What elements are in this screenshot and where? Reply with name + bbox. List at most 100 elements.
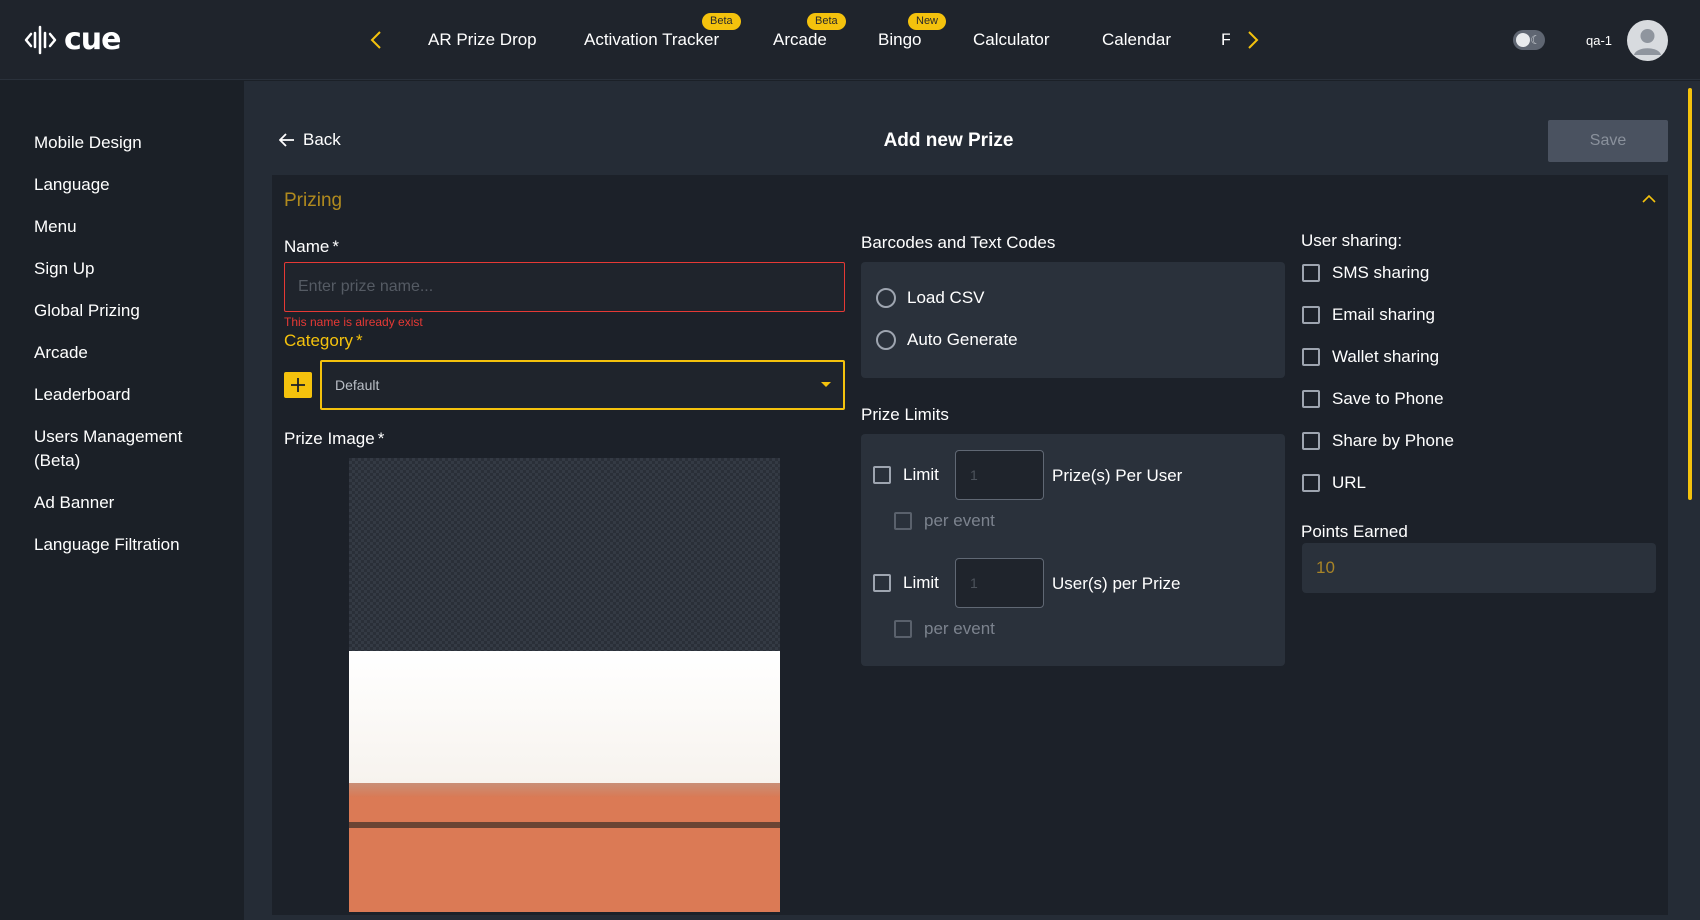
image-ground xyxy=(349,783,780,912)
radio-load-csv[interactable]: Load CSV xyxy=(876,288,985,308)
tab-label: AR Prize Drop xyxy=(428,30,537,49)
checkbox xyxy=(1302,390,1320,408)
sidebar-item-global-prizing[interactable]: Global Prizing xyxy=(34,299,234,323)
tab-calendar[interactable]: Calendar xyxy=(1102,30,1171,50)
tab-label: Calculator xyxy=(973,30,1050,49)
points-earned-label: Points Earned xyxy=(1301,522,1408,541)
theme-toggle[interactable]: ☾ xyxy=(1513,30,1545,50)
tab-label: Activation Tracker xyxy=(584,30,720,49)
users-per-prize-input[interactable] xyxy=(955,558,1044,608)
required-marker: * xyxy=(332,237,339,256)
email-sharing-checkbox[interactable]: Email sharing xyxy=(1302,305,1435,325)
category-select-value: Default xyxy=(335,377,380,393)
prizes-per-user-label: Prize(s) Per User xyxy=(1052,466,1183,485)
logo-text: cue xyxy=(64,22,121,57)
sidebar-item-mobile-design[interactable]: Mobile Design xyxy=(34,131,234,155)
sidebar-item-language-filtration[interactable]: Language Filtration xyxy=(34,533,234,557)
checkbox xyxy=(873,574,891,592)
per-event-label: per event xyxy=(924,619,995,638)
category-label: Category * xyxy=(284,331,363,351)
save-button[interactable]: Save xyxy=(1548,120,1668,162)
add-category-button[interactable] xyxy=(284,372,312,398)
checkbox xyxy=(1302,348,1320,366)
prize-name-input[interactable] xyxy=(284,262,845,312)
category-label-text: Category xyxy=(284,331,353,350)
radio-auto-generate[interactable]: Auto Generate xyxy=(876,330,1018,350)
back-button[interactable]: Back xyxy=(279,130,341,150)
radio-label: Load CSV xyxy=(907,288,985,307)
tab-label: Calendar xyxy=(1102,30,1171,49)
tab-bingo[interactable]: Bingo New xyxy=(878,13,947,50)
share-by-phone-checkbox[interactable]: Share by Phone xyxy=(1302,431,1454,451)
sidebar-item-leaderboard[interactable]: Leaderboard xyxy=(34,383,234,407)
page-scrollbar[interactable] xyxy=(1688,88,1692,500)
top-nav-bar: cue AR Prize Drop Activation Tracker Bet… xyxy=(0,0,1700,80)
checkbox xyxy=(894,620,912,638)
per-event-checkbox-prize[interactable]: per event xyxy=(894,619,995,639)
toggle-knob xyxy=(1516,33,1530,47)
per-event-label: per event xyxy=(924,511,995,530)
tab-ar-prize-drop[interactable]: AR Prize Drop xyxy=(428,30,537,50)
plus-icon xyxy=(291,378,305,392)
checkbox-label: Email sharing xyxy=(1332,305,1435,324)
checkbox-label: URL xyxy=(1332,473,1367,492)
prize-image-label-text: Prize Image xyxy=(284,429,375,448)
limit-per-user-checkbox[interactable]: Limit xyxy=(873,465,939,485)
tab-label: Bingo xyxy=(878,30,922,49)
checkbox-label: Wallet sharing xyxy=(1332,347,1440,366)
soundwave-logo-icon xyxy=(24,25,57,54)
tab-label: Arcade xyxy=(773,30,827,49)
arrow-left-icon xyxy=(279,133,294,147)
sidebar-item-users-management[interactable]: Users Management (Beta) xyxy=(34,425,204,473)
limit-label: Limit xyxy=(903,465,939,484)
chevron-up-icon[interactable] xyxy=(1641,193,1657,205)
radio-circle xyxy=(876,288,896,308)
user-avatar[interactable] xyxy=(1627,20,1668,61)
checkbox-label: Share by Phone xyxy=(1332,431,1454,450)
chevron-left-icon xyxy=(370,31,381,49)
users-per-prize-label: User(s) per Prize xyxy=(1052,574,1181,593)
url-sharing-checkbox[interactable]: URL xyxy=(1302,473,1366,493)
sidebar: Mobile Design Language Menu Sign Up Glob… xyxy=(0,81,243,920)
barcodes-box xyxy=(861,262,1285,378)
new-badge: New xyxy=(908,13,947,30)
beta-badge: Beta xyxy=(702,13,741,30)
wallet-sharing-checkbox[interactable]: Wallet sharing xyxy=(1302,347,1439,367)
tab-calculator[interactable]: Calculator xyxy=(973,30,1050,50)
tab-truncated[interactable]: F xyxy=(1221,30,1230,50)
barcodes-label: Barcodes and Text Codes xyxy=(861,233,1056,252)
nav-tabs: AR Prize Drop Activation Tracker Beta Ar… xyxy=(410,0,1230,80)
back-label: Back xyxy=(303,130,341,149)
moon-icon: ☾ xyxy=(1530,33,1541,47)
sidebar-item-menu[interactable]: Menu xyxy=(34,215,234,239)
prize-image-preview[interactable] xyxy=(349,458,780,912)
radio-circle xyxy=(876,330,896,350)
section-title: Prizing xyxy=(284,190,343,211)
transparent-checker-background xyxy=(349,458,780,651)
user-sharing-label: User sharing: xyxy=(1301,231,1403,250)
tab-arcade[interactable]: Arcade Beta xyxy=(773,13,846,50)
checkbox xyxy=(894,512,912,530)
app-logo[interactable]: cue xyxy=(24,22,121,57)
points-earned-input[interactable] xyxy=(1302,543,1656,593)
sidebar-item-ad-banner[interactable]: Ad Banner xyxy=(34,491,234,515)
sidebar-item-arcade[interactable]: Arcade xyxy=(34,341,234,365)
tab-activation-tracker[interactable]: Activation Tracker Beta xyxy=(584,13,741,50)
nav-next-button[interactable] xyxy=(1243,28,1263,52)
save-to-phone-checkbox[interactable]: Save to Phone xyxy=(1302,389,1444,409)
nav-prev-button[interactable] xyxy=(366,28,386,52)
sidebar-item-sign-up[interactable]: Sign Up xyxy=(34,257,234,281)
prizes-per-user-input[interactable] xyxy=(955,450,1044,500)
prize-image-label: Prize Image * xyxy=(284,429,384,449)
per-event-checkbox-user[interactable]: per event xyxy=(894,511,995,531)
prize-limits-label: Prize Limits xyxy=(861,405,949,424)
category-select[interactable]: Default xyxy=(320,360,845,410)
sidebar-item-language[interactable]: Language xyxy=(34,173,234,197)
checkbox-label: SMS sharing xyxy=(1332,263,1430,282)
name-error-message: This name is already exist xyxy=(284,315,423,329)
image-sky xyxy=(349,651,780,783)
checkbox-label: Save to Phone xyxy=(1332,389,1444,408)
sms-sharing-checkbox[interactable]: SMS sharing xyxy=(1302,263,1429,283)
caret-down-icon xyxy=(821,382,831,387)
limit-per-prize-checkbox[interactable]: Limit xyxy=(873,573,939,593)
